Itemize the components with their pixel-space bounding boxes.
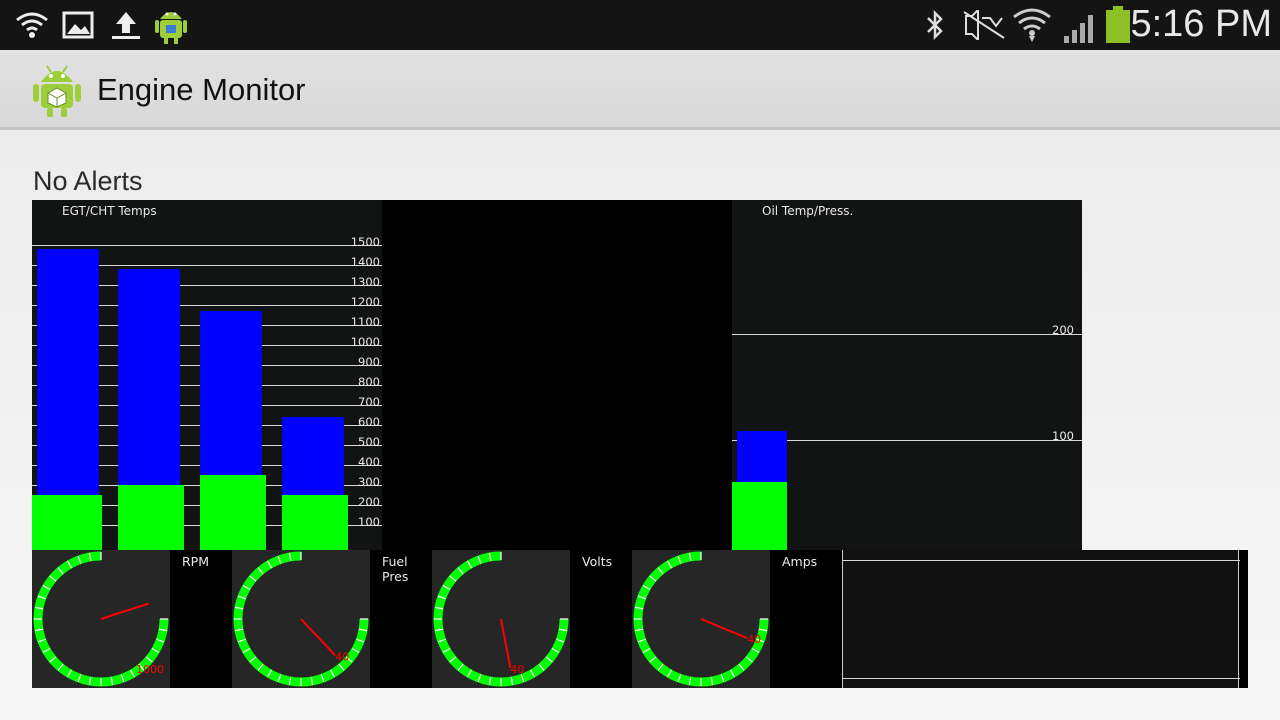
gauge-label: RPM [182,554,210,569]
android-robot-icon [155,12,187,44]
bluetooth-icon [927,9,943,41]
chart-title: Oil Temp/Press. [762,204,854,218]
gauge-label: Fuel Pres [382,554,409,584]
gauge-scale-label: 40 [747,633,761,646]
gauge-dial: 40 [432,550,570,688]
gauge-scale-label: 40 [510,663,524,676]
egt-cht-chart: EGT/CHT Temps 100 200 300 400 500 600 700 800 90… [32,200,382,550]
graph-gridline [843,678,1240,679]
gauge-fuel-pres: 40 Fuel Pres [232,550,432,688]
gauge-scale-label: 40 [335,650,349,663]
nfc-mute-icon [963,10,1005,40]
cht-bar [32,495,102,550]
wifi-share-icon [16,12,48,38]
battery-icon [1106,6,1130,43]
image-icon [62,11,94,39]
graph-panel [832,550,1248,688]
y-tick-label: 1200 [350,295,380,309]
status-bar: 5:16 PM [0,0,1280,50]
empty-panel [382,200,732,550]
gauge-rpm: 20403001000 RPM [32,550,232,688]
clock: 5:16 PM [1130,3,1272,45]
gauge-scale-label: 1000 [136,663,164,676]
y-tick-label: 200 [1052,323,1074,337]
graph-gridline [843,560,1240,561]
gauge-amps: 40 Amps [632,550,832,688]
y-tick-label: 700 [358,395,380,409]
upload-icon [112,12,140,39]
y-tick-label: 1400 [350,255,380,269]
oil-press-bar [732,481,787,550]
gauge-label: Volts [582,554,613,569]
cell-signal-icon [1064,15,1093,43]
gauge-dial: 20403001000 [32,550,170,688]
oil-temp-press-chart: Oil Temp/Press. 100 200 [732,200,1082,550]
y-tick-label: 1000 [350,335,380,349]
gauge-volts: 40 Volts [432,550,632,688]
y-tick-label: 100 [1052,429,1074,443]
main-content: No Alerts EGT/CHT Temps 100 200 300 400 500 6… [0,130,1280,720]
app-title: Engine Monitor [97,72,306,107]
cht-bar [118,485,184,550]
gauge-label: Amps [782,554,818,569]
cht-bar [282,495,348,550]
y-tick-label: 1100 [350,315,380,329]
chart-title: EGT/CHT Temps [62,204,157,218]
action-bar: Engine Monitor [0,50,1280,130]
wifi-signal-icon [1013,8,1051,42]
cht-bar [200,475,266,550]
alerts-status: No Alerts [33,166,143,196]
graph-area [842,550,1240,688]
android-engine-icon [33,65,81,117]
y-tick-label: 1300 [350,275,380,289]
y-tick-label: 800 [358,375,380,389]
y-tick-label: 900 [358,355,380,369]
y-tick-label: 1500 [350,235,380,249]
gauge-dial: 40 [632,550,770,688]
gauge-dial: 40 [232,550,370,688]
